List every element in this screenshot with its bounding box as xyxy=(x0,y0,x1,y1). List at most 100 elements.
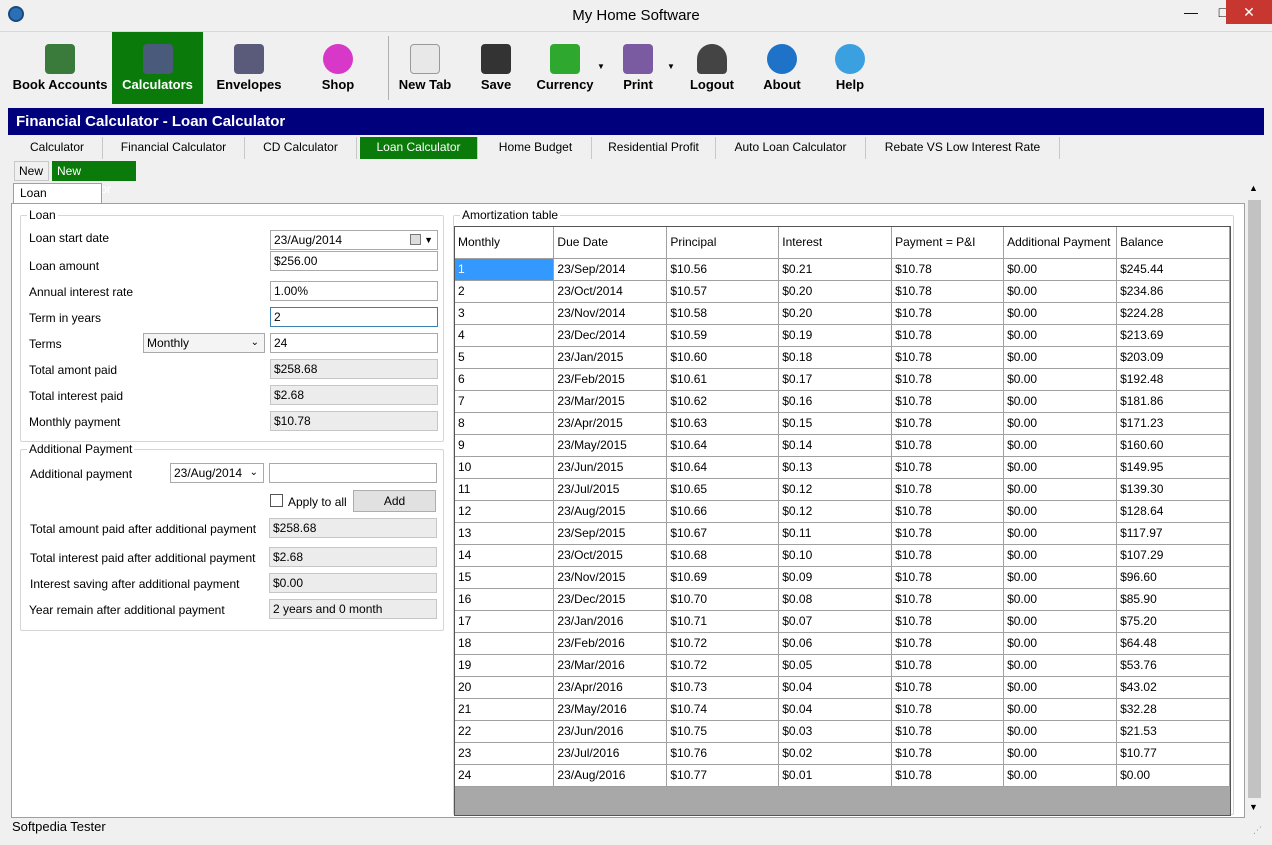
table-cell[interactable]: $10.78 xyxy=(891,434,1005,457)
table-cell[interactable]: $10.78 xyxy=(891,654,1005,677)
table-cell[interactable]: $10.62 xyxy=(666,390,780,413)
table-cell[interactable]: 23/Jun/2016 xyxy=(553,720,668,743)
table-cell[interactable]: $10.78 xyxy=(891,588,1005,611)
table-row[interactable]: 4 23/Dec/2014 $10.59 $0.19 $10.78 $0.00 $213.6… xyxy=(455,324,1230,347)
amortization-grid[interactable]: Monthly Due Date Principal Interest Payment … xyxy=(454,226,1231,816)
table-cell[interactable]: 8 xyxy=(455,412,555,435)
table-cell[interactable]: $10.63 xyxy=(666,412,780,435)
table-cell[interactable]: $181.86 xyxy=(1116,390,1230,413)
table-cell[interactable]: $0.00 xyxy=(1003,632,1118,655)
column-header[interactable]: Interest xyxy=(778,227,893,259)
table-row[interactable]: 21 23/May/2016 $10.74 $0.04 $10.78 $0.00 $32.2… xyxy=(455,698,1230,721)
table-cell[interactable]: $192.48 xyxy=(1116,368,1230,391)
table-cell[interactable]: $10.70 xyxy=(666,588,780,611)
table-row[interactable]: 23 23/Jul/2016 $10.76 $0.02 $10.78 $0.00 $10.7… xyxy=(455,742,1230,765)
additional-payment-input[interactable] xyxy=(269,463,437,483)
table-cell[interactable]: $10.78 xyxy=(891,676,1005,699)
print-dropdown-icon[interactable]: ▼ xyxy=(667,62,675,71)
table-cell[interactable]: 10 xyxy=(455,456,555,479)
table-cell[interactable]: $64.48 xyxy=(1116,632,1230,655)
table-cell[interactable]: $128.64 xyxy=(1116,500,1230,523)
table-cell[interactable]: $0.19 xyxy=(778,324,893,347)
annual-interest-rate-input[interactable]: 1.00% xyxy=(270,281,438,301)
table-cell[interactable]: $10.78 xyxy=(891,632,1005,655)
table-cell[interactable]: $0.00 xyxy=(1003,500,1118,523)
shop-button[interactable]: Shop xyxy=(300,32,376,104)
table-cell[interactable]: $0.00 xyxy=(1003,478,1118,501)
loan-start-date-picker[interactable]: 23/Aug/2014 ▼ xyxy=(270,230,438,250)
apply-to-all-checkbox[interactable] xyxy=(270,494,283,507)
table-row[interactable]: 16 23/Dec/2015 $10.70 $0.08 $10.78 $0.00 $85.9… xyxy=(455,588,1230,611)
table-cell[interactable]: $0.00 xyxy=(1003,610,1118,633)
table-cell[interactable]: 17 xyxy=(455,610,555,633)
table-cell[interactable]: 23/Nov/2014 xyxy=(553,302,668,325)
table-cell[interactable]: $10.78 xyxy=(891,522,1005,545)
table-cell[interactable]: $10.78 xyxy=(891,280,1005,303)
table-cell[interactable]: $10.78 xyxy=(891,478,1005,501)
calculators-button[interactable]: Calculators xyxy=(112,32,203,104)
table-row[interactable]: 12 23/Aug/2015 $10.66 $0.12 $10.78 $0.00 $128.… xyxy=(455,500,1230,523)
column-header[interactable]: Payment = P&I xyxy=(891,227,1005,259)
tab-calculator[interactable]: Calculator xyxy=(12,137,103,159)
table-cell[interactable]: $0.12 xyxy=(778,478,893,501)
table-cell[interactable]: 23/Dec/2015 xyxy=(553,588,668,611)
table-cell[interactable]: $10.77 xyxy=(1116,742,1230,765)
close-button[interactable]: ✕ xyxy=(1226,0,1272,24)
table-cell[interactable]: 23 xyxy=(455,742,555,765)
terms-frequency-select[interactable]: Monthly ⌄ xyxy=(143,333,265,353)
vertical-scrollbar[interactable]: ▲ ▼ xyxy=(1245,180,1264,818)
table-cell[interactable]: $0.15 xyxy=(778,412,893,435)
tab-loan-calculator-inner[interactable]: Loan Calculator xyxy=(13,183,102,219)
table-cell[interactable]: 23/Oct/2014 xyxy=(553,280,668,303)
table-cell[interactable]: 23/May/2016 xyxy=(553,698,668,721)
scroll-up-icon[interactable]: ▲ xyxy=(1249,183,1258,193)
table-cell[interactable]: $0.04 xyxy=(778,698,893,721)
table-cell[interactable]: $0.00 xyxy=(1003,764,1118,787)
table-cell[interactable]: 5 xyxy=(455,346,555,369)
table-cell[interactable]: $0.00 xyxy=(1003,280,1118,303)
add-button[interactable]: Add xyxy=(353,490,436,512)
table-cell[interactable]: $0.12 xyxy=(778,500,893,523)
tab-residential-profit[interactable]: Residential Profit xyxy=(592,137,716,159)
table-cell[interactable]: $10.61 xyxy=(666,368,780,391)
table-cell[interactable]: $0.00 xyxy=(1003,522,1118,545)
scroll-thumb[interactable] xyxy=(1248,200,1261,798)
loan-amount-input[interactable]: $256.00 xyxy=(270,251,438,271)
table-cell[interactable]: $10.76 xyxy=(666,742,780,765)
table-cell[interactable]: $10.75 xyxy=(666,720,780,743)
table-cell[interactable]: 23/Feb/2015 xyxy=(553,368,668,391)
table-cell[interactable]: $0.08 xyxy=(778,588,893,611)
tab-cd-calculator[interactable]: CD Calculator xyxy=(245,137,357,159)
table-cell[interactable]: $10.67 xyxy=(666,522,780,545)
tab-financial-calculator[interactable]: Financial Calculator xyxy=(103,137,245,159)
tab-loan-calculator[interactable]: Loan Calculator xyxy=(360,137,478,159)
table-cell[interactable]: $0.09 xyxy=(778,566,893,589)
table-cell[interactable]: $0.13 xyxy=(778,456,893,479)
table-cell[interactable]: $224.28 xyxy=(1116,302,1230,325)
table-row[interactable]: 20 23/Apr/2016 $10.73 $0.04 $10.78 $0.00 $43.0… xyxy=(455,676,1230,699)
table-cell[interactable]: 23/Jul/2016 xyxy=(553,742,668,765)
table-row[interactable]: 8 23/Apr/2015 $10.63 $0.15 $10.78 $0.00 $171.2… xyxy=(455,412,1230,435)
table-cell[interactable]: $0.00 xyxy=(1003,412,1118,435)
table-cell[interactable]: $10.58 xyxy=(666,302,780,325)
table-cell[interactable]: $75.20 xyxy=(1116,610,1230,633)
table-row[interactable]: 17 23/Jan/2016 $10.71 $0.07 $10.78 $0.00 $75.2… xyxy=(455,610,1230,633)
table-cell[interactable]: $234.86 xyxy=(1116,280,1230,303)
table-cell[interactable]: 23/Apr/2016 xyxy=(553,676,668,699)
table-cell[interactable]: 18 xyxy=(455,632,555,655)
table-row[interactable]: 7 23/Mar/2015 $10.62 $0.16 $10.78 $0.00 $181.8… xyxy=(455,390,1230,413)
terms-count-input[interactable]: 24 xyxy=(270,333,438,353)
table-cell[interactable]: 23/Jun/2015 xyxy=(553,456,668,479)
table-cell[interactable]: $10.64 xyxy=(666,456,780,479)
table-cell[interactable]: $0.00 xyxy=(1003,566,1118,589)
new-tab-button[interactable]: New Tab xyxy=(392,32,458,104)
table-cell[interactable]: 23/May/2015 xyxy=(553,434,668,457)
table-cell[interactable]: $0.00 xyxy=(1003,544,1118,567)
table-row[interactable]: 9 23/May/2015 $10.64 $0.14 $10.78 $0.00 $160.6… xyxy=(455,434,1230,457)
table-cell[interactable]: 6 xyxy=(455,368,555,391)
logout-button[interactable]: Logout xyxy=(682,32,742,104)
table-cell[interactable]: $10.72 xyxy=(666,632,780,655)
table-cell[interactable]: $10.66 xyxy=(666,500,780,523)
table-cell[interactable]: 23/Jan/2016 xyxy=(553,610,668,633)
envelopes-button[interactable]: Envelopes xyxy=(207,32,291,104)
